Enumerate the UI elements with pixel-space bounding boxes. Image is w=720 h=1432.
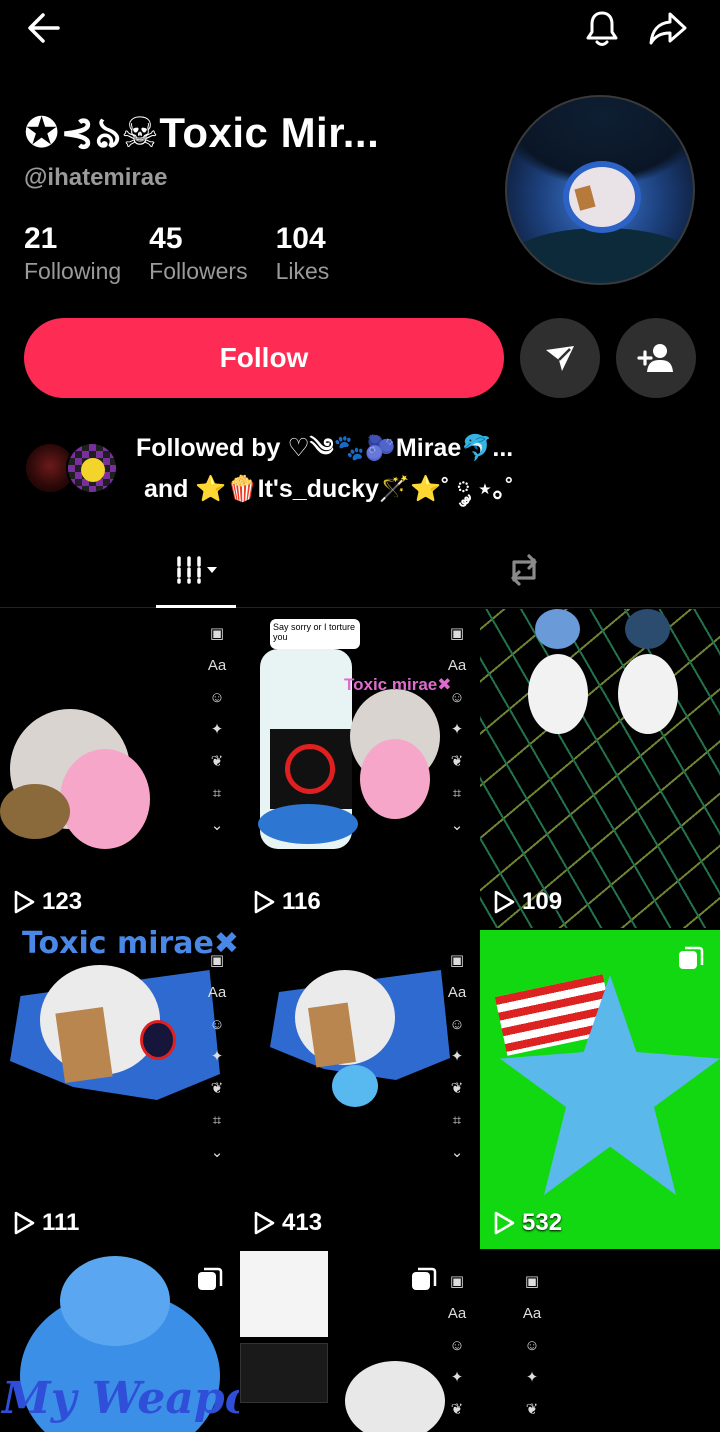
- character-face: [345, 1361, 445, 1432]
- chat-panel: [240, 1343, 328, 1403]
- view-count: 116: [252, 888, 321, 916]
- view-count: 413: [252, 1209, 322, 1237]
- followed-by-row[interactable]: Followed by ♡༄🐾🫐Mirae🐬... and ⭐🍿It's_duc…: [24, 426, 704, 506]
- video-thumbnail[interactable]: ▣ Aa ☺ ✦ ❦ ⌗ ⌄ 413: [240, 930, 479, 1249]
- food-bowl: [0, 784, 70, 839]
- add-friend-button[interactable]: [616, 318, 696, 398]
- overlay-caption: Toxic mirae✖: [344, 675, 452, 694]
- head-right: [625, 609, 670, 649]
- add-person-icon: [637, 344, 673, 372]
- content-tabs: [0, 532, 720, 608]
- video-thumbnail[interactable]: Toxic mirae✖ ▣ Aa ☺ ✦ ❦ ⌗ ⌄ 111: [0, 930, 239, 1249]
- screenshot-panel: [240, 1251, 328, 1337]
- blue-base: [258, 804, 358, 844]
- likes-count: 104: [275, 222, 326, 255]
- editor-tools: ▣ Aa ☺ ✦ ❦ ⌗ ⌄: [207, 952, 227, 1161]
- character-eye: [140, 1020, 176, 1060]
- character-left: [528, 654, 588, 734]
- username: @ihatemirae: [24, 164, 168, 191]
- following-stat[interactable]: 21 Following: [24, 222, 121, 285]
- video-thumbnail[interactable]: ▣ Aa ☺ ✦ ❦: [480, 1251, 720, 1432]
- video-thumbnail[interactable]: ▣ Aa ☺ ✦ ❦ ⌗ ⌄ 123: [0, 609, 239, 928]
- view-count: 109: [492, 888, 562, 916]
- play-icon: [494, 1211, 515, 1235]
- view-count: 532: [492, 1209, 562, 1237]
- comment-bubble: Say sorry or I torture you: [270, 619, 360, 649]
- following-count: 21: [24, 222, 58, 255]
- play-icon: [14, 890, 35, 914]
- pink-outfit: [60, 749, 150, 849]
- overlay-caption: My Weapon: [2, 1373, 239, 1424]
- active-tab-indicator: [156, 605, 236, 608]
- share-arrow-icon[interactable]: [646, 6, 690, 50]
- play-icon: [14, 1211, 35, 1235]
- top-bar: [0, 0, 720, 60]
- back-arrow-icon[interactable]: [22, 6, 66, 50]
- cupcake: [332, 1065, 378, 1107]
- photo-carousel-icon: [679, 946, 704, 969]
- likes-stat[interactable]: 104 Likes: [276, 222, 330, 285]
- not-cute-sign: [308, 1002, 356, 1068]
- video-thumbnail[interactable]: 109: [480, 609, 720, 928]
- photo-carousel-icon: [412, 1267, 437, 1290]
- editor-tools: ▣ Aa ☺ ✦ ❦: [447, 1273, 467, 1418]
- followers-count: 45: [149, 222, 183, 255]
- video-thumbnail[interactable]: Say sorry or I torture you Toxic mirae✖ …: [240, 609, 479, 928]
- message-button[interactable]: [520, 318, 600, 398]
- followed-by-line2: and ⭐🍿It's_ducky🪄⭐˚ ༘ ⋆｡˚: [144, 475, 514, 503]
- profile-avatar[interactable]: [505, 95, 695, 285]
- video-thumbnail[interactable]: 532: [480, 930, 720, 1249]
- cupcake-top: [60, 1256, 170, 1346]
- editor-tools: ▣ Aa ☺ ✦ ❦: [522, 1273, 542, 1418]
- display-name: ✪⊰ঌ☠Toxic Mir...: [24, 109, 380, 156]
- profile-stats: 21 Following 45 Followers 104 Likes: [24, 222, 357, 285]
- character-right: [618, 654, 678, 734]
- tab-videos[interactable]: [156, 532, 236, 608]
- not-cute-sign: [55, 1007, 113, 1083]
- play-icon: [254, 890, 275, 914]
- avatar-character: [569, 167, 635, 227]
- mutual-avatar-2: [66, 442, 118, 494]
- video-thumbnail[interactable]: My Weapon: [0, 1251, 239, 1432]
- paper-plane-icon: [546, 346, 574, 371]
- confetti-bg: [480, 609, 720, 928]
- play-icon: [494, 890, 515, 914]
- avatar-bg-bushes: [507, 228, 693, 283]
- following-label: Following: [24, 258, 122, 284]
- play-icon: [254, 1211, 275, 1235]
- editor-tools: ▣ Aa ☺ ✦ ❦ ⌗ ⌄: [207, 625, 227, 834]
- view-count: 111: [12, 1209, 79, 1237]
- grid-lines-icon: [177, 556, 217, 584]
- followed-by-line1: Followed by ♡༄🐾🫐Mirae🐬...: [136, 434, 514, 462]
- followers-stat[interactable]: 45 Followers: [149, 222, 247, 285]
- followed-by-text: Followed by ♡༄🐾🫐Mirae🐬... and ⭐🍿It's_duc…: [136, 428, 514, 510]
- video-thumbnail[interactable]: ▣ Aa ☺ ✦ ❦: [240, 1251, 479, 1432]
- bell-icon[interactable]: [580, 6, 624, 50]
- editor-tools: ▣ Aa ☺ ✦ ❦ ⌗ ⌄: [447, 952, 467, 1161]
- photo-carousel-icon: [198, 1267, 223, 1290]
- no-sign: [285, 744, 335, 794]
- head-left: [535, 609, 580, 649]
- pink-outfit: [360, 739, 430, 819]
- follow-button[interactable]: Follow: [24, 318, 504, 398]
- view-count: 123: [12, 888, 82, 916]
- repost-icon: [511, 554, 537, 586]
- tab-reposts[interactable]: [484, 532, 564, 608]
- followers-label: Followers: [149, 258, 248, 284]
- editor-tools: ▣ Aa ☺ ✦ ❦ ⌗ ⌄: [447, 625, 467, 834]
- likes-label: Likes: [275, 258, 330, 284]
